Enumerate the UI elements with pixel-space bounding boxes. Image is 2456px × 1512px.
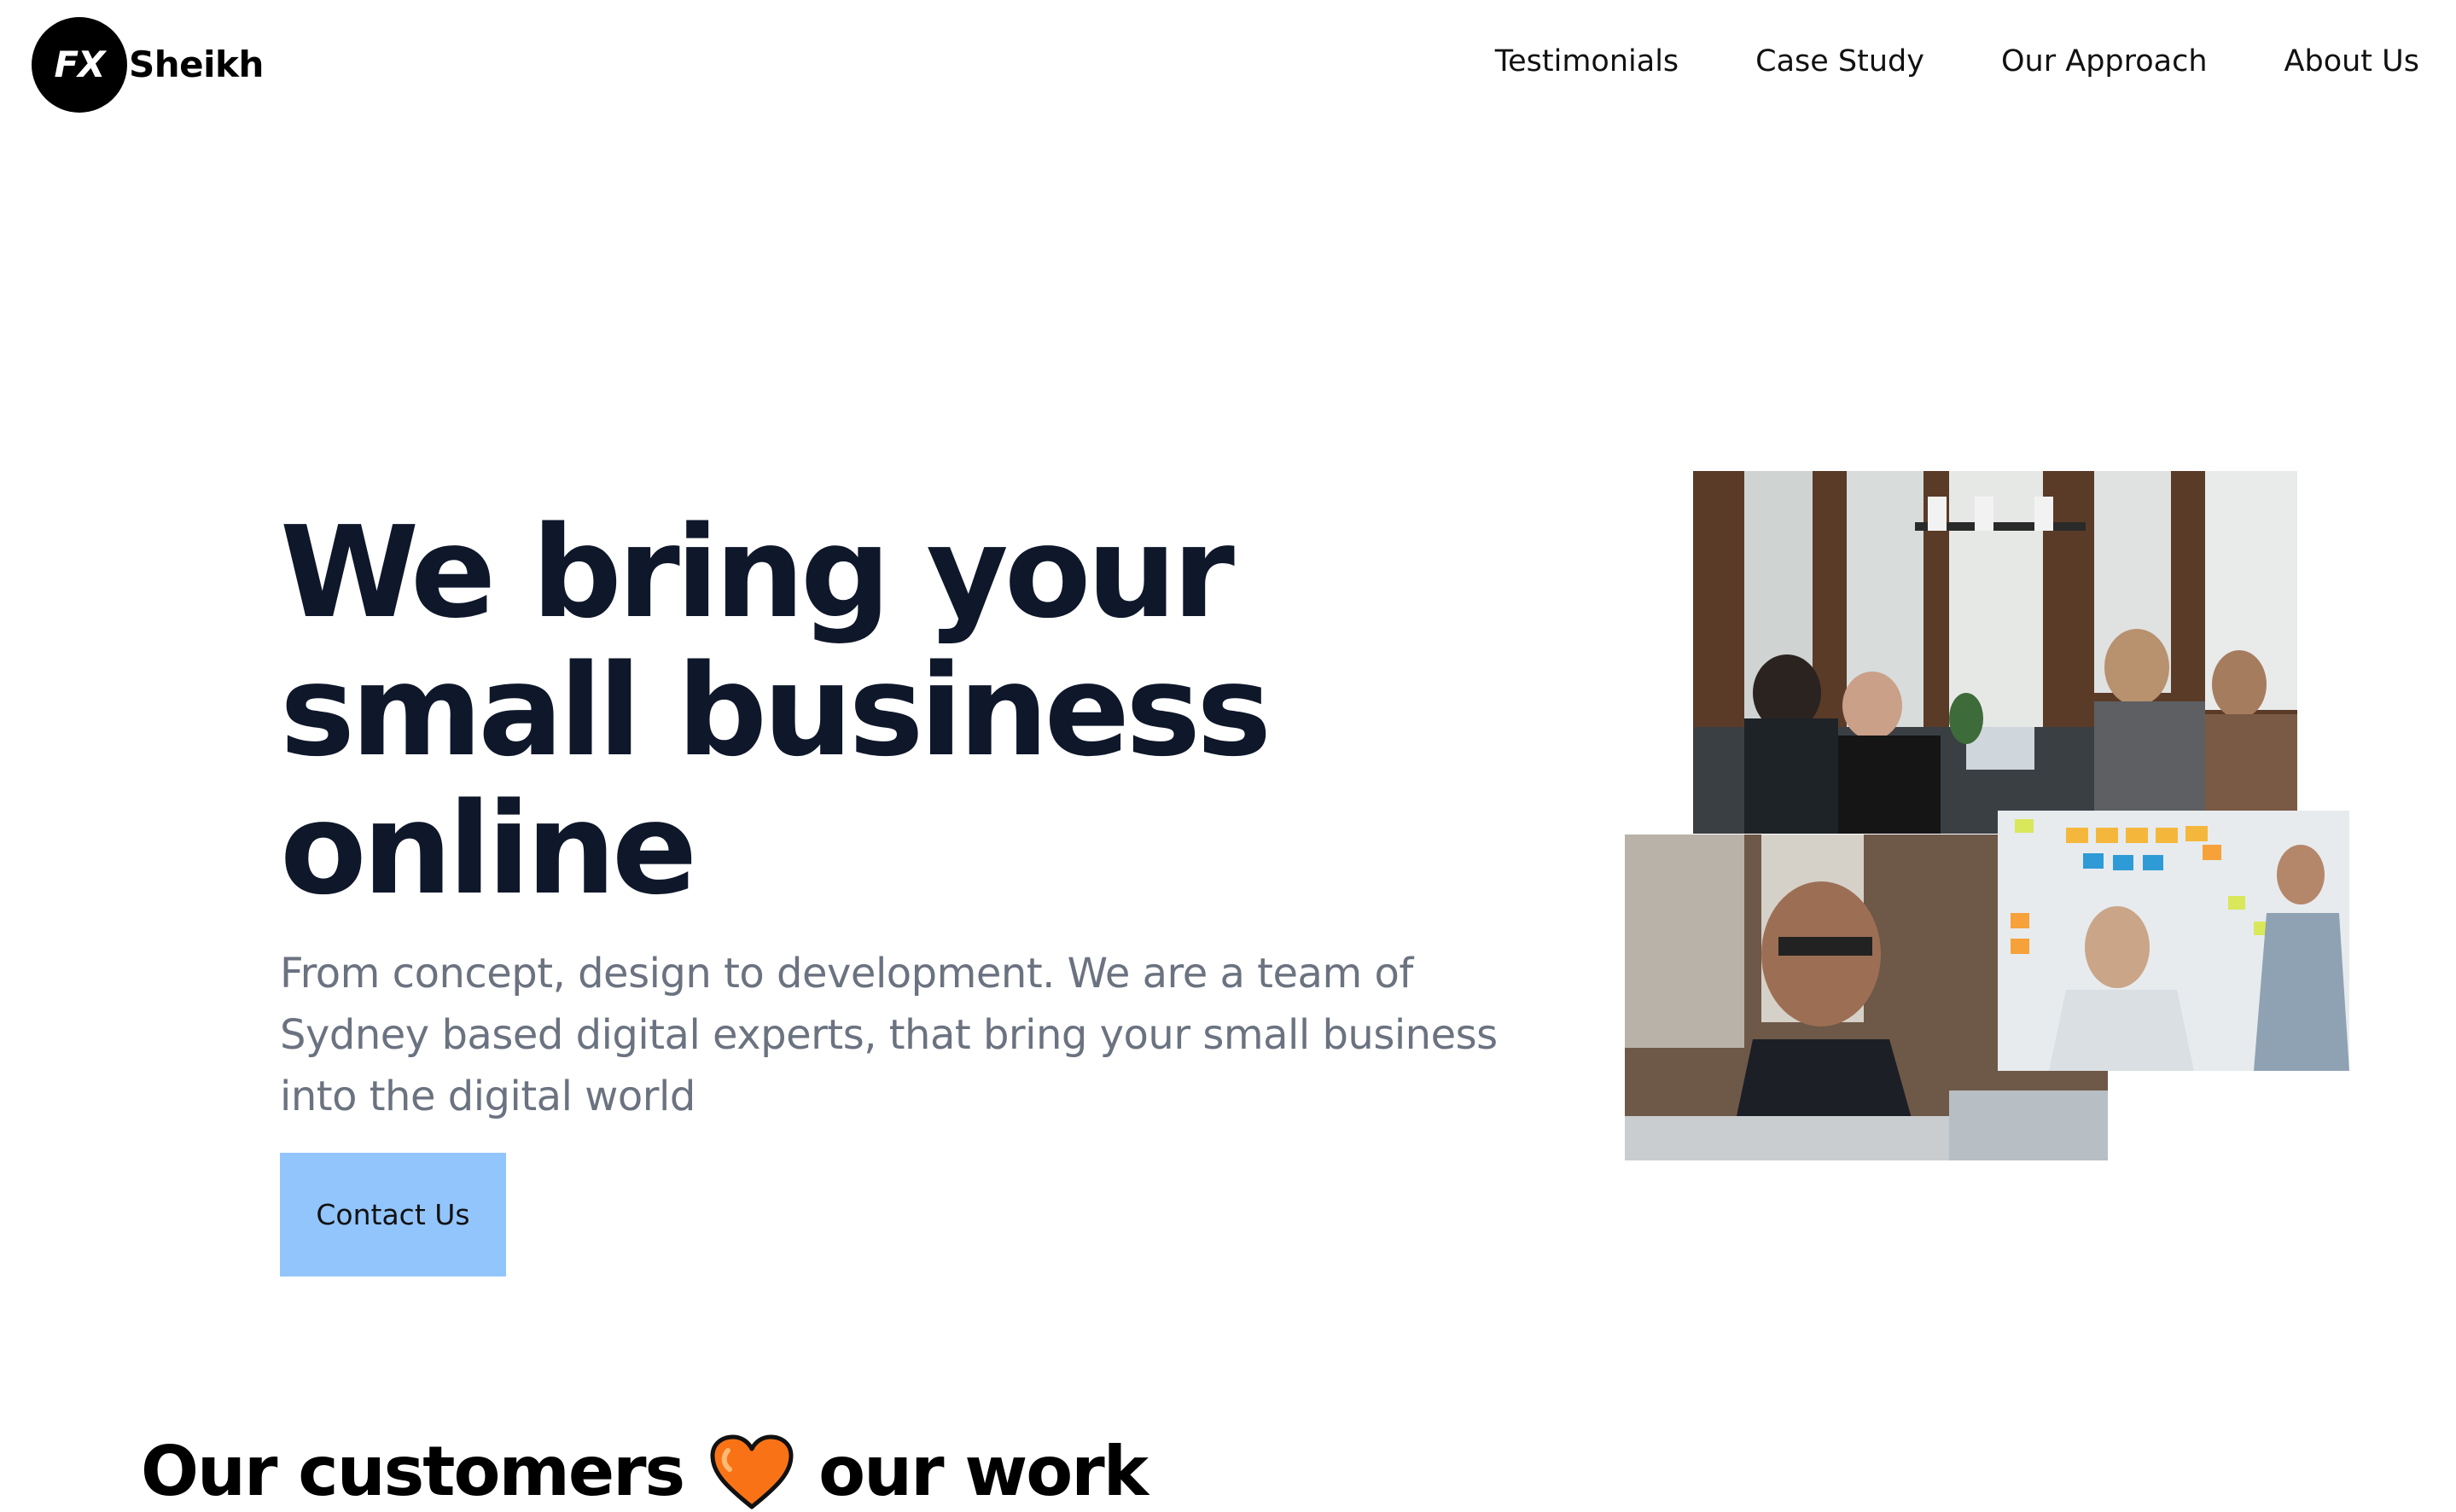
nav-link-our-approach[interactable]: Our Approach: [2001, 44, 2208, 79]
customers-heading: Our customers our work: [141, 1425, 1149, 1512]
nav-link-case-study[interactable]: Case Study: [1755, 44, 1924, 79]
contact-us-button[interactable]: Contact Us: [280, 1153, 506, 1276]
logo-text: Sheikh: [129, 44, 264, 85]
nav-link-about-us[interactable]: About Us: [2284, 44, 2419, 79]
customers-heading-end: our work: [818, 1432, 1149, 1511]
whiteboard-planning-image: [1998, 811, 2349, 1071]
hero-title-line: online: [280, 776, 697, 922]
logo-badge-text: FX: [54, 44, 105, 85]
logo-badge: FX: [32, 16, 127, 113]
team-meeting-image: [1693, 471, 2297, 834]
nav-link-testimonials[interactable]: Testimonials: [1495, 44, 1679, 79]
hero-title-line: small business: [280, 637, 1272, 784]
heart-icon: [709, 1433, 794, 1510]
hero-title-line: We bring your: [280, 499, 1235, 646]
hero-title: We bring your small business online: [280, 503, 1389, 918]
customers-heading-start: Our customers: [141, 1432, 685, 1511]
logo[interactable]: FX Sheikh: [32, 15, 264, 113]
main-nav: Testimonials Case Study Our Approach Abo…: [1495, 44, 2419, 79]
hero-subtitle: From concept, design to development. We …: [280, 950, 1498, 1120]
